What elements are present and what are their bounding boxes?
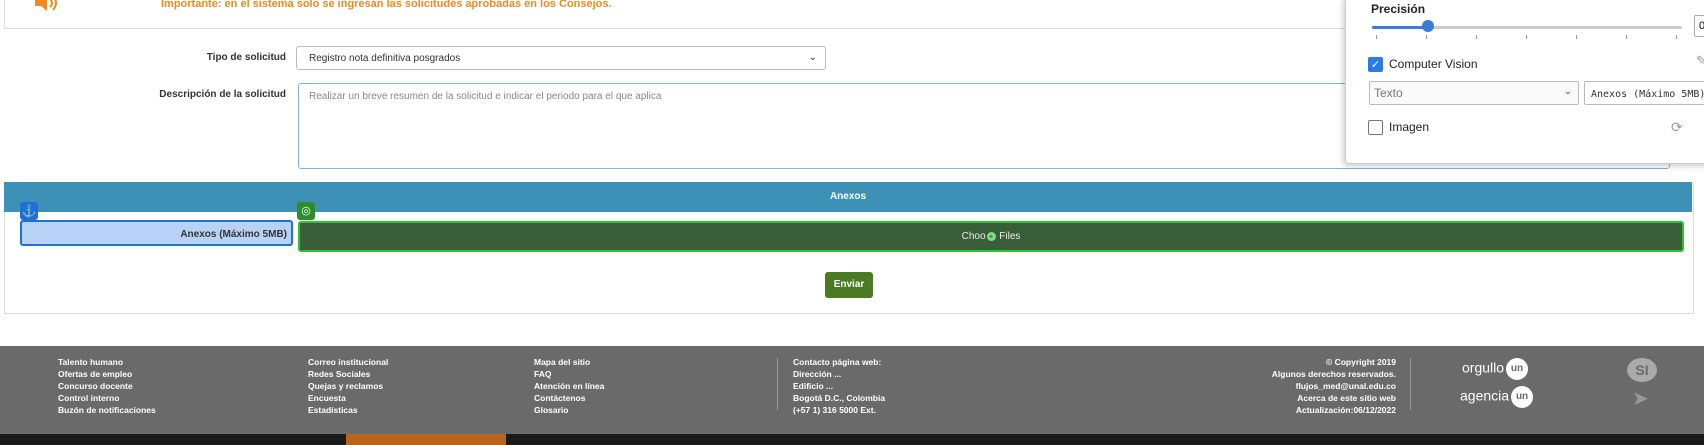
target-icon[interactable]: ◎	[297, 202, 315, 220]
edit-icon[interactable]: ✎	[1696, 53, 1704, 69]
si-logo-icon: SI	[1627, 358, 1657, 382]
footer: Talento humano Ofertas de empleo Concurs…	[0, 346, 1704, 434]
footer-text: © Copyright 2019	[1325, 357, 1396, 367]
un-badge: un	[1506, 358, 1529, 380]
footer-text: Edificio ...	[793, 381, 834, 391]
footer-link[interactable]: Glosario	[534, 404, 604, 416]
footer-link[interactable]: Quejas y reclamos	[308, 380, 388, 392]
choose-files-text-post: Files	[996, 231, 1021, 242]
descripcion-placeholder: Realizar un breve resumen de la solicitu…	[309, 91, 662, 102]
chevron-down-icon: ⌄	[808, 52, 817, 63]
footer-text: Algunos derechos reservados.	[1271, 369, 1396, 379]
computer-vision-label: Computer Vision	[1389, 57, 1478, 71]
footer-link[interactable]: Ofertas de empleo	[58, 368, 156, 380]
orgullo-logo-text: orgullo	[1462, 359, 1505, 376]
footer-text: (+57 1) 316 5000 Ext.	[793, 405, 876, 415]
footer-col-3: Mapa del sitio FAQ Atención en línea Con…	[534, 356, 604, 416]
footer-link[interactable]: Correo institucional	[308, 356, 388, 368]
slider-tick	[1576, 35, 1577, 39]
footer-col-5: © Copyright 2019 Algunos derechos reserv…	[1226, 356, 1396, 416]
refresh-icon[interactable]: ⟳	[1671, 119, 1683, 136]
imagen-checkbox[interactable]	[1368, 120, 1383, 135]
precision-label: Precisión	[1371, 2, 1426, 16]
footer-divider	[1410, 358, 1411, 410]
agencia-un-logo[interactable]: agencia un	[1460, 386, 1534, 408]
footer-link[interactable]: FAQ	[534, 368, 604, 380]
back-arrow-icon[interactable]: ➤	[1632, 386, 1649, 411]
enviar-button[interactable]: Enviar	[825, 272, 873, 298]
footer-link[interactable]: Acerca de este sitio web	[1226, 392, 1396, 404]
footer-link[interactable]: Redes Sociales	[308, 368, 388, 380]
computer-vision-checkbox[interactable]: ✓	[1368, 57, 1383, 72]
anexos-header: Anexos	[4, 182, 1692, 212]
slider-tick	[1626, 35, 1627, 39]
slider-tick	[1376, 35, 1377, 39]
imagen-label: Imagen	[1389, 120, 1430, 134]
anexos-label: Anexos (Máximo 5MB)	[20, 220, 293, 246]
slider-tick	[1476, 35, 1477, 39]
anchor-icon[interactable]: ⚓	[20, 202, 38, 220]
footer-col-2: Correo institucional Redes Sociales Quej…	[308, 356, 388, 416]
tipo-solicitud-select[interactable]: Registro nota definitiva posgrados ⌄	[296, 46, 826, 70]
footer-link[interactable]: Atención en línea	[534, 380, 604, 392]
footer-link[interactable]: Talento humano	[58, 356, 156, 368]
descripcion-label: Descripción de la solicitud	[159, 89, 286, 100]
un-badge: un	[1511, 386, 1534, 408]
footer-col-1: Talento humano Ofertas de empleo Concurs…	[58, 356, 156, 416]
speaker-icon	[35, 0, 57, 11]
agencia-logo-text: agencia	[1460, 387, 1510, 404]
text-match-input[interactable]: Anexos (Máximo 5MB)	[1584, 81, 1704, 105]
taskbar-active-item[interactable]	[346, 434, 506, 445]
footer-link[interactable]: Concurso docente	[58, 380, 156, 392]
footer-col-4: Contacto página web: Dirección ... Edifi…	[793, 356, 885, 416]
footer-link[interactable]: Buzón de notificaciones	[58, 404, 156, 416]
precision-slider[interactable]	[1372, 26, 1682, 29]
footer-link[interactable]: Estadísticas	[308, 404, 388, 416]
orgullo-un-logo[interactable]: orgullo un	[1462, 358, 1529, 380]
footer-link[interactable]: Contáctenos	[534, 392, 604, 404]
taskbar	[0, 434, 1704, 445]
precision-slider-thumb[interactable]	[1421, 20, 1434, 32]
footer-link[interactable]: Encuesta	[308, 392, 388, 404]
footer-link[interactable]: flujos_med@unal.edu.co	[1226, 380, 1396, 392]
plus-icon: +	[986, 231, 996, 241]
choose-files-button[interactable]: Choo + Files	[298, 221, 1684, 252]
chevron-down-icon: ⌄	[1563, 86, 1572, 97]
footer-text: Contacto página web:	[793, 357, 882, 367]
footer-text: Bogotá D.C., Colombia	[793, 393, 886, 403]
footer-divider	[777, 358, 778, 410]
slider-tick	[1426, 35, 1427, 39]
choose-files-text-pre: Choo	[961, 231, 986, 242]
footer-link[interactable]: Mapa del sitio	[534, 356, 604, 368]
footer-link[interactable]: Control interno	[58, 392, 156, 404]
precision-value-input[interactable]: 0	[1694, 15, 1704, 37]
tipo-solicitud-label: Tipo de solicitud	[206, 52, 286, 63]
type-select-value: Texto	[1374, 86, 1403, 100]
notice-message: Importante: en el sistema solo se ingres…	[161, 0, 612, 10]
type-select[interactable]: Texto ⌄	[1369, 81, 1579, 105]
tipo-solicitud-value: Registro nota definitiva posgrados	[309, 53, 461, 64]
slider-tick	[1676, 35, 1677, 39]
footer-text: Actualización:06/12/2022	[1295, 405, 1396, 415]
page: { "notice": { "message": "Importante: en…	[0, 0, 1704, 445]
footer-text: Dirección ...	[793, 369, 842, 379]
slider-tick	[1526, 35, 1527, 39]
recognition-panel: Precisión 0 ✓ Computer Vision ✎ Texto ⌄ …	[1345, 0, 1704, 164]
precision-slider-fill	[1372, 26, 1428, 29]
